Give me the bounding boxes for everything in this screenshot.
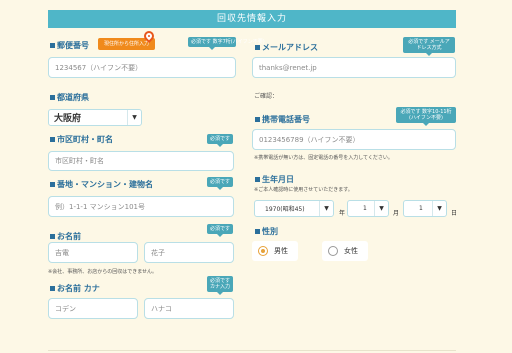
birth-month-value: 1 — [363, 205, 367, 212]
divider — [48, 350, 456, 351]
last-name-input[interactable]: 吉電 — [48, 242, 138, 263]
phone-note: ※携帯電話が無い方は、固定電話の番号を入力してください。 — [254, 155, 393, 161]
chevron-down-icon: ▼ — [432, 201, 446, 216]
birthday-note: ※ご本人確認時に使用させていただきます。 — [254, 187, 353, 193]
email-label: メールアドレス — [255, 42, 318, 53]
phone-required-badge: 必須です 数字10-11桁(ハイフン不要) — [396, 107, 456, 126]
day-unit: 日 — [451, 210, 458, 217]
radio-selected-icon — [258, 246, 268, 256]
postal-input[interactable]: 1234567（ハイフン不要） — [48, 57, 236, 78]
kana-last-input[interactable]: コデン — [48, 298, 138, 319]
form-header: 回収先情報入力 — [48, 10, 456, 28]
address-input[interactable]: 例）1-1-1 マンション101号 — [48, 196, 234, 217]
kana-first-input[interactable]: ハナコ — [144, 298, 234, 319]
year-unit: 年 — [339, 210, 346, 217]
address-label: 番地・マンション・建物名 — [50, 179, 153, 190]
city-label: 市区町村・町名 — [50, 134, 113, 145]
postal-required-badge: 必須です 数字7桁(ハイフン不要) — [188, 37, 265, 50]
chevron-down-icon: ▼ — [127, 110, 141, 125]
prefecture-label: 都道府県 — [50, 92, 89, 103]
gender-label: 性別 — [255, 226, 278, 237]
birth-year-value: 1970(昭和45) — [265, 206, 305, 213]
prefecture-select[interactable]: 大阪府 ▼ — [48, 109, 142, 126]
birth-month-select[interactable]: 1 ▼ — [347, 200, 389, 217]
kana-required-badge: 必須です カナ入力 — [207, 276, 233, 295]
month-unit: 月 — [393, 210, 400, 217]
birthday-label: 生年月日 — [255, 174, 294, 185]
chevron-down-icon: ▼ — [374, 201, 388, 216]
name-label: お名前 — [50, 231, 81, 242]
prefecture-value: 大阪府 — [54, 114, 82, 124]
gender-male-radio[interactable]: 男性 — [252, 241, 298, 261]
chevron-down-icon: ▼ — [319, 201, 333, 216]
first-name-input[interactable]: 花子 — [144, 242, 234, 263]
city-required-badge: 必須です — [207, 134, 234, 147]
birth-year-select[interactable]: 1970(昭和45) ▼ — [254, 200, 334, 217]
name-required-badge: 必須です — [207, 224, 234, 237]
name-note: ※会社、事務所、お店からの回収はできません。 — [48, 269, 158, 275]
birth-day-value: 1 — [419, 205, 423, 212]
phone-label: 携帯電話番号 — [255, 114, 310, 125]
postal-label: 郵便番号 — [50, 40, 89, 51]
gender-female-radio[interactable]: 女性 — [322, 241, 368, 261]
email-confirm-label: ご確認： — [254, 93, 279, 100]
gender-male-label: 男性 — [274, 247, 288, 255]
radio-empty-icon — [328, 246, 338, 256]
kana-label: お名前 カナ — [50, 283, 100, 294]
city-input[interactable]: 市区町村・町名 — [48, 151, 234, 171]
birth-day-select[interactable]: 1 ▼ — [403, 200, 447, 217]
email-input[interactable]: thanks@renet.jp — [252, 57, 456, 78]
address-required-badge: 必須です — [207, 177, 234, 190]
email-required-badge: 必須です メールアドレス方式 — [403, 37, 455, 56]
gender-female-label: 女性 — [344, 247, 358, 255]
phone-input[interactable]: 0123456789（ハイフン不要） — [252, 129, 456, 150]
